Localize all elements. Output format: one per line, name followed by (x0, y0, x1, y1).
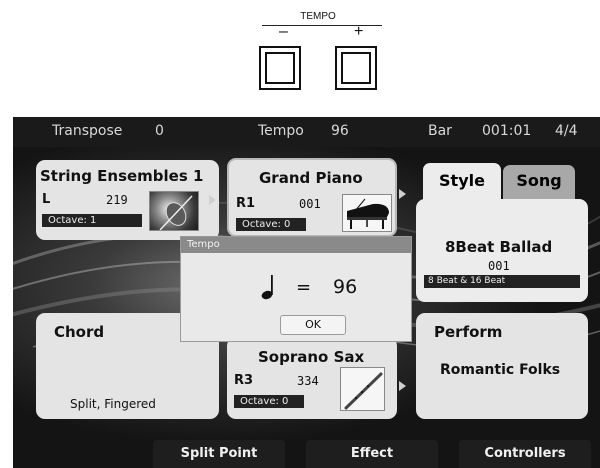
voice-r3-octave: Octave: 0 (234, 395, 304, 408)
voice-r1-part: R1 (236, 196, 256, 211)
tab-style[interactable]: Style (423, 163, 501, 203)
saxophone-icon (340, 367, 385, 411)
voice-left-octave: Octave: 1 (42, 214, 142, 227)
tempo-plus-button[interactable] (335, 46, 377, 90)
violin-photo-icon (149, 191, 199, 231)
bottom-button-bar: Split Point Effect Controllers (13, 440, 600, 468)
ok-button[interactable]: OK (280, 315, 346, 335)
voice-r1-octave: Octave: 0 (236, 218, 306, 231)
transpose-label: Transpose (52, 123, 123, 139)
voice-r3-arrow-icon (399, 381, 406, 391)
effect-button[interactable]: Effect (306, 440, 438, 468)
tab-song[interactable]: Song (503, 165, 575, 201)
voice-left-arrow-icon (209, 195, 216, 205)
style-category: 8 Beat & 16 Beat (424, 275, 580, 288)
time-signature: 4/4 (555, 123, 578, 139)
tempo-dialog: Tempo = 96 OK (180, 236, 412, 342)
transpose-value: 0 (155, 123, 164, 139)
voice-r3-number: 334 (297, 374, 319, 388)
plus-sign: + (354, 23, 364, 40)
voice-panel-left[interactable]: String Ensembles 1 L 219 Octave: 1 (36, 160, 219, 240)
tempo-dialog-value: 96 (333, 276, 358, 298)
voice-panel-r3[interactable]: Soprano Sax R3 334 Octave: 0 (227, 337, 397, 419)
tempo-value: 96 (331, 123, 349, 139)
chord-mode: Split, Fingered (70, 397, 156, 411)
bar-value: 001:01 (482, 123, 532, 139)
tempo-caption: TEMPO (300, 11, 336, 22)
voice-left-part: L (42, 192, 51, 207)
voice-left-name: String Ensembles 1 (40, 167, 204, 185)
status-bar: Transpose 0 Tempo 96 Bar 001:01 4/4 (13, 117, 600, 147)
split-point-button[interactable]: Split Point (153, 440, 285, 468)
tempo-dialog-title: Tempo (181, 237, 411, 253)
quarter-note-icon (260, 273, 278, 305)
grand-piano-icon (342, 194, 392, 232)
perform-panel[interactable]: Perform Romantic Folks (416, 313, 588, 419)
lcd-screen: Transpose 0 Tempo 96 Bar 001:01 4/4 Stri… (13, 117, 600, 468)
voice-panel-r1[interactable]: Grand Piano R1 001 Octave: 0 (227, 158, 397, 237)
voice-r1-number: 001 (299, 197, 321, 211)
voice-r1-name: Grand Piano (259, 169, 363, 187)
style-panel[interactable]: 8Beat Ballad 001 8 Beat & 16 Beat (416, 199, 588, 302)
style-number: 001 (488, 259, 510, 273)
tempo-dialog-equals: = (296, 277, 312, 298)
tempo-button-panel: TEMPO – + (0, 0, 600, 110)
controllers-button[interactable]: Controllers (459, 440, 591, 468)
voice-left-number: 219 (106, 193, 128, 207)
chord-title: Chord (54, 323, 105, 341)
perform-value: Romantic Folks (440, 362, 561, 378)
tempo-minus-button[interactable] (259, 46, 301, 90)
minus-sign: – (279, 23, 288, 40)
perform-title: Perform (434, 323, 503, 341)
voice-r3-name: Soprano Sax (258, 348, 365, 366)
voice-r1-arrow-icon (399, 189, 406, 199)
tempo-label: Tempo (258, 123, 304, 139)
voice-r3-part: R3 (234, 373, 254, 388)
bar-label: Bar (428, 123, 452, 139)
style-name: 8Beat Ballad (445, 238, 553, 256)
